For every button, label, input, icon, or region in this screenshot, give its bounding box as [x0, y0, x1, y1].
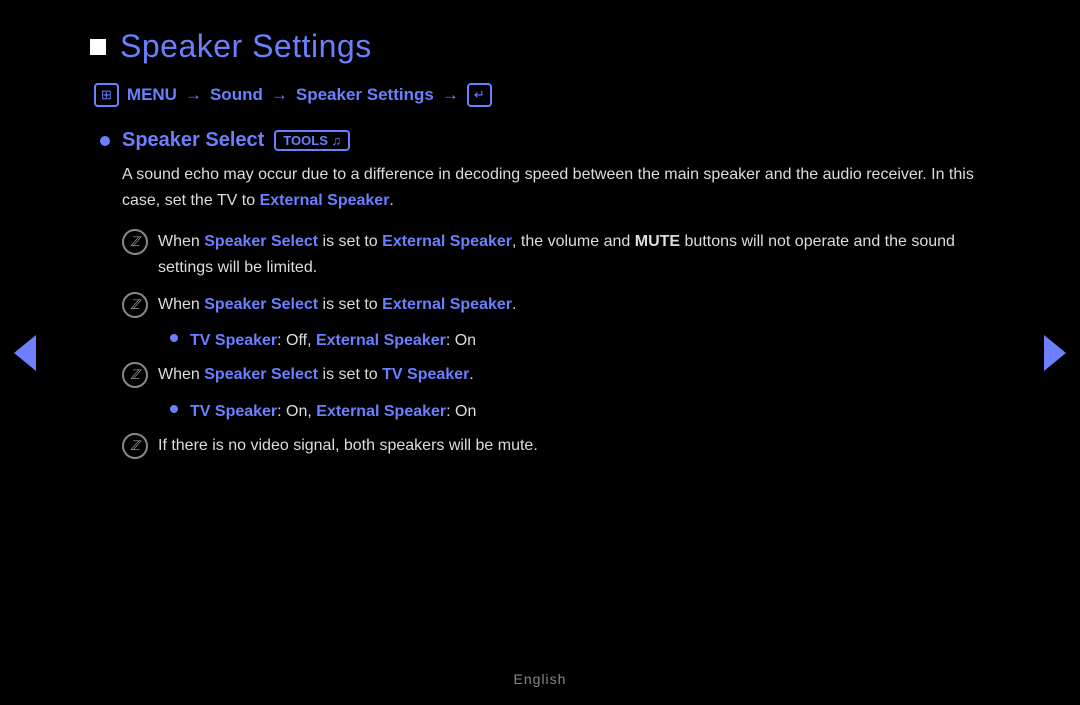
desc-accent-1: External Speaker	[260, 192, 390, 209]
nav-arrow-right[interactable]	[1040, 328, 1070, 378]
note-icon-1: ℤ	[122, 229, 148, 255]
menu-path: ⊞ MENU → Sound → Speaker Settings → ↵	[94, 83, 990, 107]
note-text-3: When Speaker Select is set to TV Speaker…	[158, 362, 474, 388]
speaker-select-label: Speaker Select	[122, 129, 264, 152]
sub1-tv-speaker: TV Speaker	[190, 332, 277, 349]
desc-end: .	[389, 192, 393, 209]
title-square-icon	[90, 39, 106, 55]
sub-bullet-text-2: TV Speaker: On, External Speaker: On	[190, 399, 476, 425]
sub-bullet-dot-2	[170, 405, 178, 413]
note-block-3: ℤ When Speaker Select is set to TV Speak…	[122, 362, 990, 388]
note1-speaker-select: Speaker Select	[204, 233, 318, 250]
note-text-2: When Speaker Select is set to External S…	[158, 292, 516, 318]
note-block-4: ℤ If there is no video signal, both spea…	[122, 433, 990, 459]
note-text-1: When Speaker Select is set to External S…	[158, 229, 990, 282]
desc-text-1: A sound echo may occur due to a differen…	[122, 166, 974, 209]
sub-bullet-row-2: TV Speaker: On, External Speaker: On	[170, 399, 990, 425]
note-icon-2: ℤ	[122, 292, 148, 318]
arrow3: →	[442, 85, 459, 105]
note-block-2: ℤ When Speaker Select is set to External…	[122, 292, 990, 318]
speaker-settings-label: Speaker Settings	[296, 85, 434, 105]
speaker-select-description: A sound echo may occur due to a differen…	[122, 162, 990, 215]
speaker-select-row: Speaker Select TOOLS ♫	[100, 129, 990, 152]
sub2-external-speaker: External Speaker	[316, 403, 446, 420]
nav-arrow-left[interactable]	[10, 328, 40, 378]
note2-speaker-select: Speaker Select	[204, 296, 318, 313]
main-content: Speaker Settings ⊞ MENU → Sound → Speake…	[0, 0, 1080, 490]
note-text-4: If there is no video signal, both speake…	[158, 433, 538, 459]
tools-badge: TOOLS ♫	[274, 130, 350, 151]
menu-label: MENU	[127, 85, 177, 105]
section: Speaker Select TOOLS ♫ A sound echo may …	[100, 129, 990, 460]
note-block-1: ℤ When Speaker Select is set to External…	[122, 229, 990, 282]
note1-external-speaker: External Speaker	[382, 233, 512, 250]
footer-language: English	[514, 671, 567, 687]
note3-tv-speaker: TV Speaker	[382, 366, 469, 383]
sound-label: Sound	[210, 85, 263, 105]
sub-bullet-row-1: TV Speaker: Off, External Speaker: On	[170, 328, 990, 354]
note3-speaker-select: Speaker Select	[204, 366, 318, 383]
note-icon-4: ℤ	[122, 433, 148, 459]
sub2-tv-speaker: TV Speaker	[190, 403, 277, 420]
left-arrow-icon	[14, 335, 36, 371]
page-title-row: Speaker Settings	[90, 28, 990, 65]
arrow1: →	[185, 85, 202, 105]
note1-mute: MUTE	[635, 233, 680, 250]
note2-external-speaker: External Speaker	[382, 296, 512, 313]
sub1-external-speaker: External Speaker	[316, 332, 446, 349]
bullet-dot-icon	[100, 136, 110, 146]
right-arrow-icon	[1044, 335, 1066, 371]
sub-bullet-dot-1	[170, 334, 178, 342]
page-title: Speaker Settings	[120, 28, 372, 65]
enter-icon: ↵	[467, 83, 492, 107]
arrow2: →	[271, 85, 288, 105]
note-icon-3: ℤ	[122, 362, 148, 388]
sub-bullet-text-1: TV Speaker: Off, External Speaker: On	[190, 328, 476, 354]
menu-icon: ⊞	[94, 83, 119, 107]
